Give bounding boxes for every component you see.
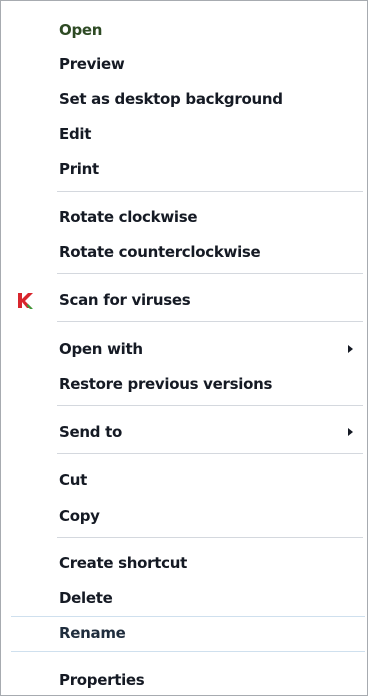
menu-item-label: Cut bbox=[59, 471, 87, 489]
menu-item-label: Rotate clockwise bbox=[59, 208, 198, 226]
menu-item-label: Create shortcut bbox=[59, 554, 187, 572]
menu-item-rename[interactable]: Rename bbox=[1, 618, 367, 648]
menu-item-cut[interactable]: Cut bbox=[1, 465, 367, 495]
menu-item-label: Set as desktop background bbox=[59, 90, 283, 108]
menu-item-label: Rotate counterclockwise bbox=[59, 243, 261, 261]
menu-item-open-with[interactable]: Open with bbox=[1, 334, 367, 364]
menu-separator bbox=[11, 651, 365, 652]
menu-item-label: Copy bbox=[59, 507, 100, 525]
menu-item-send-to[interactable]: Send to bbox=[1, 417, 367, 447]
menu-item-label: Scan for viruses bbox=[59, 291, 191, 309]
menu-item-open[interactable]: Open bbox=[1, 15, 367, 45]
context-menu: Open Preview Set as desktop background E… bbox=[0, 0, 368, 696]
menu-item-label: Preview bbox=[59, 55, 125, 73]
menu-item-label: Restore previous versions bbox=[59, 375, 273, 393]
menu-item-label: Send to bbox=[59, 423, 122, 441]
menu-separator bbox=[57, 273, 363, 274]
menu-item-label: Print bbox=[59, 160, 99, 178]
menu-item-label: Delete bbox=[59, 589, 113, 607]
menu-item-restore-previous-versions[interactable]: Restore previous versions bbox=[1, 369, 367, 399]
menu-separator bbox=[11, 616, 365, 617]
menu-separator bbox=[57, 537, 363, 538]
menu-item-label: Rename bbox=[59, 624, 126, 642]
menu-item-label: Open bbox=[59, 21, 103, 39]
menu-separator bbox=[57, 321, 363, 322]
menu-item-properties[interactable]: Properties bbox=[1, 665, 367, 695]
menu-item-label: Properties bbox=[59, 671, 145, 689]
menu-separator bbox=[57, 453, 363, 454]
menu-item-copy[interactable]: Copy bbox=[1, 501, 367, 531]
menu-separator bbox=[57, 405, 363, 406]
chevron-right-icon bbox=[348, 428, 353, 436]
menu-item-set-desktop-background[interactable]: Set as desktop background bbox=[1, 84, 367, 114]
menu-separator bbox=[57, 191, 363, 192]
menu-item-create-shortcut[interactable]: Create shortcut bbox=[1, 548, 367, 578]
menu-item-print[interactable]: Print bbox=[1, 154, 367, 184]
menu-item-preview[interactable]: Preview bbox=[1, 49, 367, 79]
menu-item-scan-for-viruses[interactable]: Scan for viruses bbox=[1, 285, 367, 315]
menu-item-label: Edit bbox=[59, 125, 92, 143]
kaspersky-k-icon bbox=[18, 293, 33, 309]
chevron-right-icon bbox=[348, 345, 353, 353]
menu-item-rotate-clockwise[interactable]: Rotate clockwise bbox=[1, 202, 367, 232]
menu-item-rotate-counterclockwise[interactable]: Rotate counterclockwise bbox=[1, 237, 367, 267]
menu-item-edit[interactable]: Edit bbox=[1, 119, 367, 149]
menu-item-delete[interactable]: Delete bbox=[1, 583, 367, 613]
menu-item-label: Open with bbox=[59, 340, 143, 358]
